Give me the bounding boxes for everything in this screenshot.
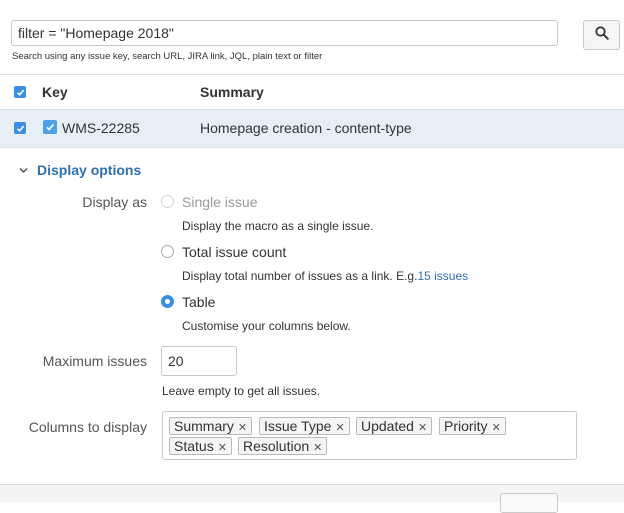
issue-summary: Homepage creation - content-type: [200, 120, 412, 136]
divider: [0, 147, 624, 148]
search-hint: Search using any issue key, search URL, …: [12, 51, 323, 62]
remove-icon[interactable]: ✕: [218, 442, 227, 454]
column-tag-label: Updated: [361, 418, 414, 434]
option-table-description: Customise your columns below.: [182, 319, 351, 333]
column-tag[interactable]: Updated ✕: [356, 417, 433, 435]
remove-icon[interactable]: ✕: [313, 442, 322, 454]
search-button[interactable]: [583, 20, 620, 50]
example-issues-link[interactable]: 15 issues: [417, 269, 468, 283]
option-single-issue-description: Display the macro as a single issue.: [182, 219, 374, 233]
remove-icon[interactable]: ✕: [335, 422, 344, 434]
row-select-checkbox[interactable]: [14, 122, 26, 134]
column-tag-label: Summary: [174, 418, 234, 434]
checkmark-icon: [16, 89, 24, 96]
display-options-toggle[interactable]: Display options: [18, 162, 141, 178]
dialog-footer: [0, 484, 624, 513]
radio-total-issue-count[interactable]: [161, 245, 174, 258]
option-table-label: Table: [182, 294, 216, 310]
radio-table[interactable]: [161, 295, 174, 308]
column-tag[interactable]: Status ✕: [169, 437, 232, 455]
option-single-issue-label: Single issue: [182, 194, 258, 210]
maximum-issues-label: Maximum issues: [42, 353, 147, 369]
column-tag-label: Priority: [444, 418, 488, 434]
description-text: Display total number of issues as a link…: [182, 269, 418, 283]
column-tag[interactable]: Summary ✕: [169, 417, 253, 435]
table-row[interactable]: WMS-22285 Homepage creation - content-ty…: [0, 109, 624, 148]
radio-single-issue[interactable]: [161, 195, 174, 208]
results-table-header: Key Summary: [0, 75, 624, 109]
remove-icon[interactable]: ✕: [418, 422, 427, 434]
remove-icon[interactable]: ✕: [492, 422, 501, 434]
column-tag[interactable]: Priority ✕: [439, 417, 506, 435]
footer-button[interactable]: [500, 493, 558, 513]
checkmark-icon: [16, 125, 24, 132]
columns-selector[interactable]: Summary ✕ Issue Type ✕ Updated ✕ Priority ✕ …: [162, 411, 577, 460]
column-header-key[interactable]: Key: [42, 84, 68, 100]
option-total-issue-count-label: Total issue count: [182, 244, 287, 260]
option-total-issue-count-description: Display total number of issues as a link…: [182, 269, 468, 283]
columns-to-display-label: Columns to display: [28, 419, 147, 435]
maximum-issues-hint: Leave empty to get all issues.: [162, 384, 321, 398]
column-tag-label: Resolution: [243, 438, 310, 454]
issue-key[interactable]: WMS-22285: [62, 120, 140, 136]
select-all-checkbox[interactable]: [14, 86, 26, 98]
column-tag-label: Status: [174, 438, 214, 454]
display-as-label: Display as: [82, 194, 147, 210]
remove-icon[interactable]: ✕: [238, 422, 247, 434]
column-tag-label: Issue Type: [264, 418, 332, 434]
display-options-title: Display options: [37, 162, 142, 178]
column-tag[interactable]: Resolution ✕: [238, 437, 328, 455]
search-input[interactable]: [11, 20, 558, 46]
column-tag[interactable]: Issue Type ✕: [259, 417, 350, 435]
chevron-down-icon: [19, 167, 28, 173]
column-header-summary[interactable]: Summary: [200, 84, 264, 100]
search-icon: [594, 25, 609, 45]
checkbox-issue-icon: [43, 120, 57, 134]
maximum-issues-input[interactable]: [161, 346, 237, 376]
